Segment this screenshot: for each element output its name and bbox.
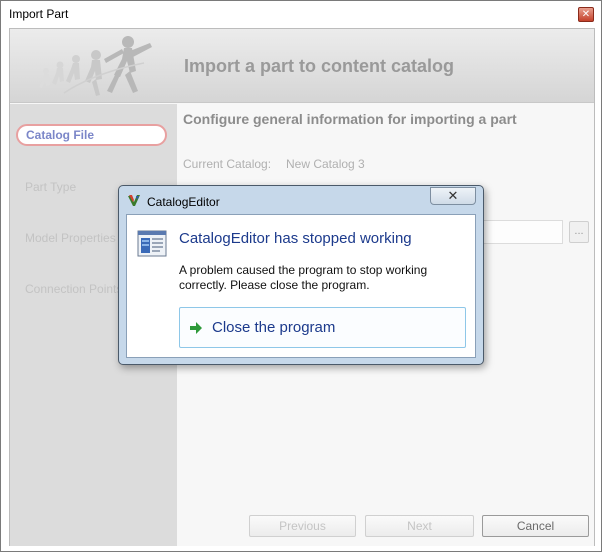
current-catalog-label: Current Catalog: bbox=[183, 157, 272, 171]
window-titlebar: Import Part ✕ bbox=[1, 1, 601, 27]
error-dialog: CatalogEditor ✕ CatalogEditor has stoppe… bbox=[118, 185, 484, 365]
dialog-title: CatalogEditor bbox=[147, 195, 220, 209]
current-catalog-value: New Catalog 3 bbox=[286, 157, 365, 171]
catalog-editor-icon bbox=[128, 195, 140, 206]
dialog-message: A problem caused the program to stop wor… bbox=[179, 263, 428, 292]
close-program-button[interactable]: Close the program bbox=[179, 307, 466, 348]
banner-title: Import a part to content catalog bbox=[184, 56, 455, 76]
green-arrow-icon bbox=[190, 322, 202, 334]
sidebar-item-catalog-file[interactable]: Catalog File bbox=[16, 124, 167, 146]
sidebar-item-label: Model Properties bbox=[25, 231, 116, 245]
window-title: Import Part bbox=[9, 7, 69, 21]
browse-button[interactable]: ... bbox=[569, 221, 589, 243]
close-icon: ✕ bbox=[581, 9, 591, 20]
cancel-button[interactable]: Cancel bbox=[482, 515, 589, 537]
application-window-icon bbox=[137, 230, 167, 257]
close-icon: ✕ bbox=[447, 188, 459, 203]
previous-button[interactable]: Previous bbox=[249, 515, 356, 537]
sidebar-item-label: Connection Points bbox=[25, 282, 123, 296]
sidebar-item-label: Part Type bbox=[25, 180, 77, 194]
dialog-titlebar: CatalogEditor ✕ bbox=[119, 186, 483, 214]
dialog-heading: CatalogEditor has stopped working bbox=[179, 230, 412, 247]
dialog-close-button[interactable]: ✕ bbox=[430, 187, 476, 205]
wizard-banner: Import a part to content catalog bbox=[10, 29, 594, 103]
sidebar-item-label: Catalog File bbox=[26, 128, 95, 142]
dialog-body: CatalogEditor has stopped working A prob… bbox=[126, 214, 476, 358]
content-heading: Configure general information for import… bbox=[183, 111, 517, 127]
close-program-label: Close the program bbox=[212, 319, 336, 336]
running-figures-icon bbox=[39, 36, 152, 96]
window-close-button[interactable]: ✕ bbox=[578, 7, 594, 22]
next-button[interactable]: Next bbox=[365, 515, 474, 537]
